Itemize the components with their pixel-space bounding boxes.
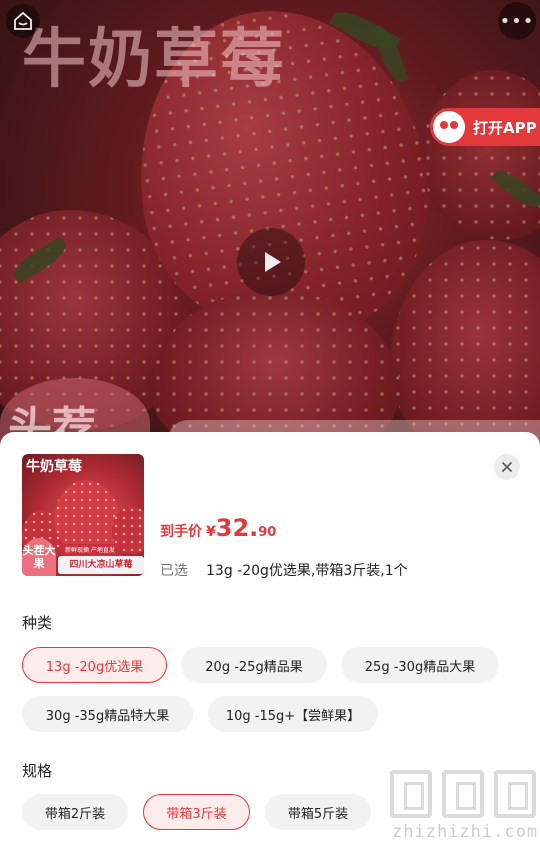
close-button[interactable] [494,454,520,480]
selected-label: 已选 [160,563,188,579]
home-icon [14,11,32,30]
open-app-button[interactable]: 打开APP [430,108,540,146]
sku-selector-sheet: 牛奶草莓 新鲜现摘 产地直发 头茬大果 四川大凉山草莓 到手价 ¥ 32. 90… [0,432,540,851]
thumbnail-badge: 头茬大果 [22,538,56,576]
price: 到手价 ¥ 32. 90 [160,514,276,542]
jd-logo-icon [433,111,465,143]
thumbnail-origin-label: 四川大凉山草莓 [58,556,144,574]
close-icon [501,461,513,473]
hero-title: 牛奶草莓 [22,23,286,97]
spec-title: 规格 [22,762,53,780]
home-button[interactable] [6,4,40,38]
variety-title: 种类 [22,614,53,632]
thumbnail-title: 牛奶草莓 [26,459,82,475]
variety-option[interactable]: 20g -25g精品果 [181,647,327,683]
price-integer: 32. [215,514,259,542]
open-app-label: 打开APP [473,118,537,137]
thumbnail-note: 新鲜现摘 产地直发 [62,544,118,555]
spec-option[interactable]: 带箱3斤装 [143,794,250,830]
play-video-button[interactable] [237,228,305,296]
play-icon [265,252,281,272]
selected-summary: 已选 13g -20g优选果,带箱3斤装,1个 [160,560,408,580]
product-thumbnail[interactable]: 牛奶草莓 新鲜现摘 产地直发 头茬大果 四川大凉山草莓 [22,454,144,576]
price-decimal: 90 [258,525,277,540]
more-button[interactable]: ••• [498,2,536,40]
variety-option[interactable]: 30g -35g精品特大果 [22,696,193,732]
spec-option[interactable]: 带箱5斤装 [265,794,371,830]
price-label: 到手价 [160,524,202,540]
strawberry-image [54,480,120,554]
variety-option[interactable]: 25g -30g精品大果 [341,647,499,683]
selected-value: 13g -20g优选果,带箱3斤装,1个 [206,563,408,579]
variety-option[interactable]: 10g -15g+【尝鲜果】 [208,696,378,732]
variety-option[interactable]: 13g -20g优选果 [22,647,167,683]
spec-option[interactable]: 带箱2斤装 [22,794,128,830]
more-icon: ••• [499,10,535,32]
price-currency: ¥ [206,524,216,540]
